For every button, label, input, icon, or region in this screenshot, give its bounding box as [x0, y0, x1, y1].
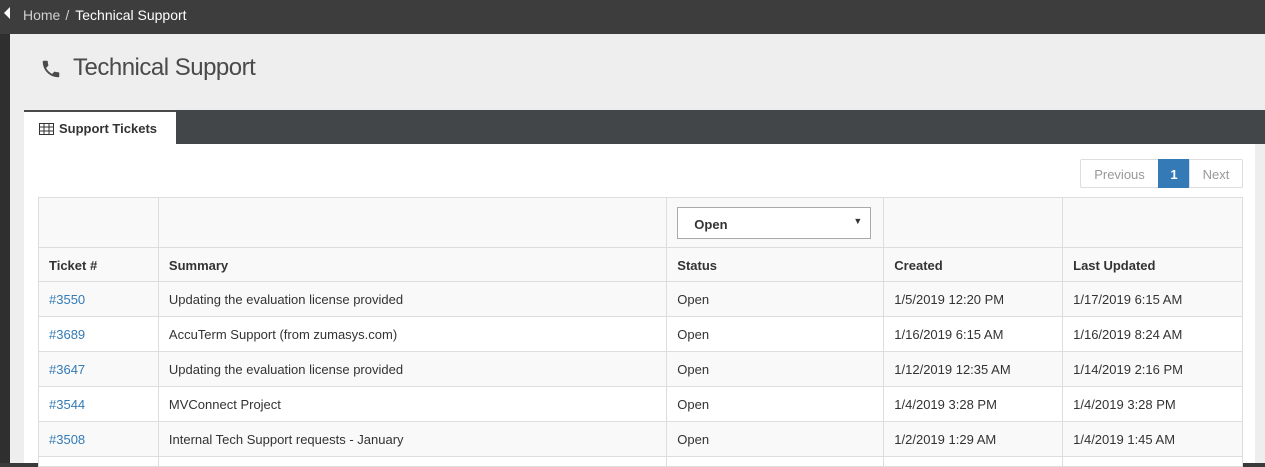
filter-cell-empty: [1062, 197, 1243, 248]
pagination: Previous 1 Next: [1080, 159, 1243, 189]
ticket-link[interactable]: #3647: [49, 362, 85, 377]
table-row[interactable]: #3647 Updating the evaluation license pr…: [38, 351, 1243, 387]
tickets-table: Open ▼ Ticket # Summary Status Created L…: [38, 197, 1243, 467]
status-cell: Open: [666, 281, 885, 317]
updated-cell: 1/14/2019 2:16 PM: [1062, 351, 1243, 387]
top-bar: Home / Technical Support: [0, 0, 1265, 34]
status-cell: Open: [666, 316, 885, 352]
ticket-link[interactable]: #3508: [49, 432, 85, 447]
column-header-created[interactable]: Created: [883, 247, 1064, 282]
summary-cell: Updating the evaluation license provided: [157, 351, 668, 387]
status-cell: Open: [666, 421, 885, 457]
header-row: Ticket # Summary Status Created Last Upd…: [38, 247, 1243, 282]
pagination-previous-button[interactable]: Previous: [1080, 159, 1159, 188]
summary-cell: Internal Tech Support requests - January: [157, 421, 668, 457]
ticket-number-cell: #3689: [38, 316, 159, 352]
updated-cell: 1/4/2019 3:28 PM: [1062, 386, 1243, 422]
ticket-link[interactable]: #3550: [49, 292, 85, 307]
ticket-number-cell: #3544: [38, 386, 159, 422]
pagination-page-button[interactable]: 1: [1158, 159, 1190, 188]
breadcrumb-home-link[interactable]: Home: [23, 7, 60, 23]
created-cell: 1/4/2019 3:28 PM: [883, 386, 1064, 422]
ticket-number-cell: #3647: [38, 351, 159, 387]
created-cell: 1/12/2019 12:35 AM: [883, 351, 1064, 387]
table-row[interactable]: #3508 Internal Tech Support requests - J…: [38, 421, 1243, 457]
sidebar-collapsed: [0, 34, 10, 463]
created-cell: 1/5/2019 12:20 PM: [883, 281, 1064, 317]
breadcrumb-separator: /: [65, 7, 70, 23]
ticket-link[interactable]: #3689: [49, 327, 85, 342]
breadcrumb-current: Technical Support: [75, 7, 187, 23]
column-header-status[interactable]: Status: [666, 247, 885, 282]
table-row[interactable]: #3550 Updating the evaluation license pr…: [38, 281, 1243, 317]
created-cell: 1/16/2019 6:15 AM: [883, 316, 1064, 352]
phone-icon: [42, 60, 60, 78]
table-row[interactable]: #3689 AccuTerm Support (from zumasys.com…: [38, 316, 1243, 352]
page-title: Technical Support: [73, 54, 256, 81]
main-content: Technical Support Support Tickets Previo…: [10, 34, 1265, 467]
breadcrumb: Home / Technical Support: [23, 7, 187, 23]
filter-cell-empty: [883, 197, 1064, 248]
summary-cell: AccuTerm Support (from zumasys.com): [157, 316, 668, 352]
tickets-panel: Previous 1 Next Open ▼ Ticket # Summary …: [24, 144, 1255, 467]
tab-bar: [24, 110, 1265, 144]
column-header-last-updated[interactable]: Last Updated: [1062, 247, 1243, 282]
filter-cell-empty: [38, 197, 159, 248]
summary-cell: Updating the evaluation license provided: [157, 281, 668, 317]
chevron-down-icon: ▼: [853, 215, 863, 226]
collapse-sidebar-icon[interactable]: [4, 7, 10, 19]
column-header-ticket[interactable]: Ticket #: [38, 247, 159, 282]
filter-row: Open ▼: [38, 197, 1243, 248]
updated-cell: 1/4/2019 1:45 AM: [1062, 421, 1243, 457]
filter-cell-empty: [157, 197, 668, 248]
table-row-partial: [38, 456, 1243, 467]
table-row[interactable]: #3544 MVConnect Project Open 1/4/2019 3:…: [38, 386, 1243, 422]
created-cell: 1/2/2019 1:29 AM: [883, 421, 1064, 457]
status-filter-select[interactable]: Open ▼: [677, 206, 872, 239]
tab-label: Support Tickets: [59, 121, 158, 136]
pagination-next-button[interactable]: Next: [1189, 159, 1243, 188]
status-filter-value: Open: [694, 216, 728, 232]
updated-cell: 1/16/2019 8:24 AM: [1062, 316, 1243, 352]
filter-cell-status: Open ▼: [666, 197, 885, 248]
updated-cell: 1/17/2019 6:15 AM: [1062, 281, 1243, 317]
status-cell: Open: [666, 351, 885, 387]
status-cell: Open: [666, 386, 885, 422]
ticket-number-cell: #3550: [38, 281, 159, 317]
tab-support-tickets[interactable]: Support Tickets: [24, 110, 176, 146]
column-header-summary[interactable]: Summary: [157, 247, 668, 282]
ticket-number-cell: #3508: [38, 421, 159, 457]
table-grid-icon: [39, 123, 54, 135]
ticket-link[interactable]: #3544: [49, 397, 85, 412]
summary-cell: MVConnect Project: [157, 386, 668, 422]
